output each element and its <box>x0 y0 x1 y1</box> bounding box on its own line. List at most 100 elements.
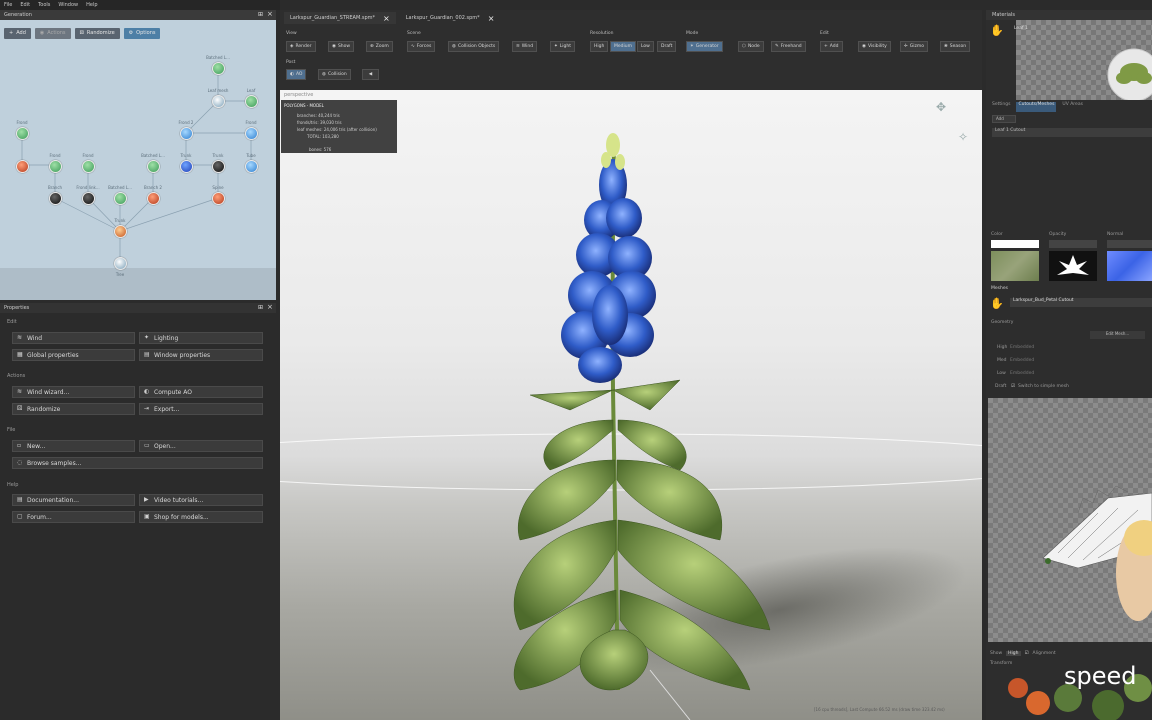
alignment-checkbox[interactable]: ☑ <box>1025 651 1029 656</box>
actions-button[interactable]: ◉ Actions <box>34 27 71 39</box>
collision-objects-button[interactable]: ◍ Collision Objects <box>448 41 500 52</box>
graph-node-leaf-mesh[interactable] <box>212 95 225 108</box>
graph-node-frond-a[interactable] <box>49 160 62 173</box>
graph-node-batched-3[interactable] <box>114 192 127 205</box>
material-add-button[interactable]: Add <box>992 115 1016 123</box>
graph-node-frond-3[interactable] <box>245 127 258 140</box>
new-button[interactable]: ▫ New... <box>12 440 135 452</box>
document-tab-1[interactable]: Larkspur_Guardian_STREAM.spm* × <box>284 12 396 24</box>
close-icon[interactable]: × <box>267 303 273 311</box>
edit-add-button[interactable]: + Add <box>820 41 843 52</box>
hand-tool-icon[interactable]: ✋ <box>990 24 1004 38</box>
menu-edit[interactable]: Edit <box>20 2 30 8</box>
graph-node-frond-b[interactable] <box>82 160 95 173</box>
graph-node-tree[interactable] <box>114 257 127 270</box>
tab-settings[interactable]: Settings <box>992 102 1010 112</box>
graph-node-leaf[interactable] <box>245 95 258 108</box>
forum-button[interactable]: ▢ Forum... <box>12 511 135 523</box>
global-properties-button[interactable]: ▦ Global properties <box>12 349 135 361</box>
graph-node-trunk-root[interactable] <box>114 225 127 238</box>
3d-viewport[interactable]: ✥ ✧ <box>280 90 982 720</box>
light-button[interactable]: ✦ Light <box>550 41 576 52</box>
forces-button[interactable]: ∿ Forces <box>407 41 436 52</box>
resolution-medium-button[interactable]: Medium <box>610 41 636 52</box>
lod-high-value[interactable]: Embedded <box>1010 345 1034 350</box>
resolution-low-button[interactable]: Low <box>637 41 654 52</box>
back-button[interactable]: ◀ <box>362 69 379 80</box>
mesh-row[interactable]: Larkspur_Bud_Petal Cutout <box>1010 298 1152 307</box>
graph-node-frond-2[interactable] <box>180 127 193 140</box>
menu-help[interactable]: Help <box>86 2 97 8</box>
tab-uv-areas[interactable]: UV Areas <box>1062 102 1083 112</box>
graph-node-frond-link[interactable] <box>82 192 95 205</box>
generator-mode-button[interactable]: ✶ Generator <box>686 41 723 52</box>
cutout-row[interactable]: Leaf 1 Cutout <box>992 128 1152 137</box>
gizmo-button[interactable]: ✛ Gizmo <box>900 41 929 52</box>
normal-map-thumbnail[interactable] <box>1107 251 1152 281</box>
resolution-draft-button[interactable]: Draft <box>657 41 677 52</box>
opacity-slider[interactable] <box>1049 240 1097 248</box>
randomize-action-button[interactable]: ⚄ Randomize <box>12 403 135 415</box>
video-tutorials-button[interactable]: ▶ Video tutorials... <box>139 494 263 506</box>
node-label: Branch <box>47 185 63 190</box>
shop-button[interactable]: ▣ Shop for models... <box>139 511 263 523</box>
wind-wizard-button[interactable]: ≋ Wind wizard... <box>12 386 135 398</box>
lod-med-value[interactable]: Embedded <box>1010 358 1034 363</box>
normal-slider[interactable] <box>1107 240 1152 248</box>
window-properties-button[interactable]: ▤ Window properties <box>139 349 263 361</box>
menu-window[interactable]: Window <box>58 2 78 8</box>
wind-toolbar-button[interactable]: ≋ Wind <box>512 41 538 52</box>
mesh-preview[interactable] <box>988 398 1152 642</box>
resolution-high-button[interactable]: High <box>590 41 609 52</box>
collision-toggle-button[interactable]: ◍ Collision <box>318 69 351 80</box>
visibility-button[interactable]: ◉ Visibility <box>858 41 891 52</box>
lighting-button[interactable]: ✦ Lighting <box>139 332 263 344</box>
documentation-button[interactable]: ▤ Documentation... <box>12 494 135 506</box>
tab-cutouts-meshes[interactable]: Cutouts/Meshes <box>1016 102 1057 112</box>
add-button[interactable]: + Add <box>4 27 31 39</box>
graph-node-trunk-red[interactable] <box>16 160 29 173</box>
pin-icon[interactable]: ⊞ <box>258 304 263 311</box>
graph-node-tube[interactable] <box>245 160 258 173</box>
graph-node-frond[interactable] <box>16 127 29 140</box>
ao-button[interactable]: ◐ AO <box>286 69 307 80</box>
menu-tools[interactable]: Tools <box>38 2 50 8</box>
graph-node-spine[interactable] <box>212 192 225 205</box>
document-tab-2[interactable]: Larkspur_Guardian_002.spm* × <box>399 12 501 24</box>
axis-gizmo-icon[interactable]: ✥ <box>936 100 946 114</box>
graph-node-trunk-black[interactable] <box>212 160 225 173</box>
graph-node-branch[interactable] <box>49 192 62 205</box>
zoom-button[interactable]: ⊕ Zoom <box>366 41 393 52</box>
graph-node-batched-2[interactable] <box>147 160 160 173</box>
open-button[interactable]: ▭ Open... <box>139 440 263 452</box>
pin-icon[interactable]: ⊞ <box>258 11 263 18</box>
export-button[interactable]: ⇥ Export... <box>139 403 263 415</box>
opacity-map-thumbnail[interactable] <box>1049 251 1097 281</box>
node-mode-button[interactable]: ⬡ Node <box>738 41 764 52</box>
close-tab-icon[interactable]: × <box>383 14 390 23</box>
color-swatch[interactable] <box>991 240 1039 248</box>
browse-samples-button[interactable]: ◌ Browse samples... <box>12 457 263 469</box>
graph-node-branch-2[interactable] <box>147 192 160 205</box>
compute-ao-button[interactable]: ◐ Compute AO <box>139 386 263 398</box>
close-tab-icon[interactable]: × <box>488 14 495 23</box>
light-gizmo-icon[interactable]: ✧ <box>958 130 968 144</box>
freehand-mode-button[interactable]: ✎ Freehand <box>771 41 806 52</box>
show-button[interactable]: ◉ Show <box>328 41 355 52</box>
color-map-thumbnail[interactable] <box>991 251 1039 281</box>
graph-node-batched-leaf[interactable] <box>212 62 225 75</box>
options-button[interactable]: ⚙ Options <box>123 27 161 39</box>
simple-mesh-checkbox[interactable]: ☑ <box>1011 384 1015 389</box>
selected-material[interactable]: Leaf 1 <box>1014 26 1028 31</box>
edit-mesh-button[interactable]: Edit Mesh... <box>1090 331 1145 339</box>
close-icon[interactable]: × <box>267 10 273 18</box>
hand-tool-icon[interactable]: ✋ <box>990 297 1004 311</box>
season-button[interactable]: ❀ Season <box>940 41 971 52</box>
show-lod-select[interactable]: High <box>1006 650 1021 656</box>
graph-node-trunk-blue[interactable] <box>180 160 193 173</box>
lod-low-value[interactable]: Embedded <box>1010 371 1034 376</box>
menu-file[interactable]: File <box>4 2 12 8</box>
render-button[interactable]: ◈ Render <box>286 41 316 52</box>
randomize-button[interactable]: ⚄ Randomize <box>74 27 120 39</box>
wind-button[interactable]: ≋ Wind <box>12 332 135 344</box>
